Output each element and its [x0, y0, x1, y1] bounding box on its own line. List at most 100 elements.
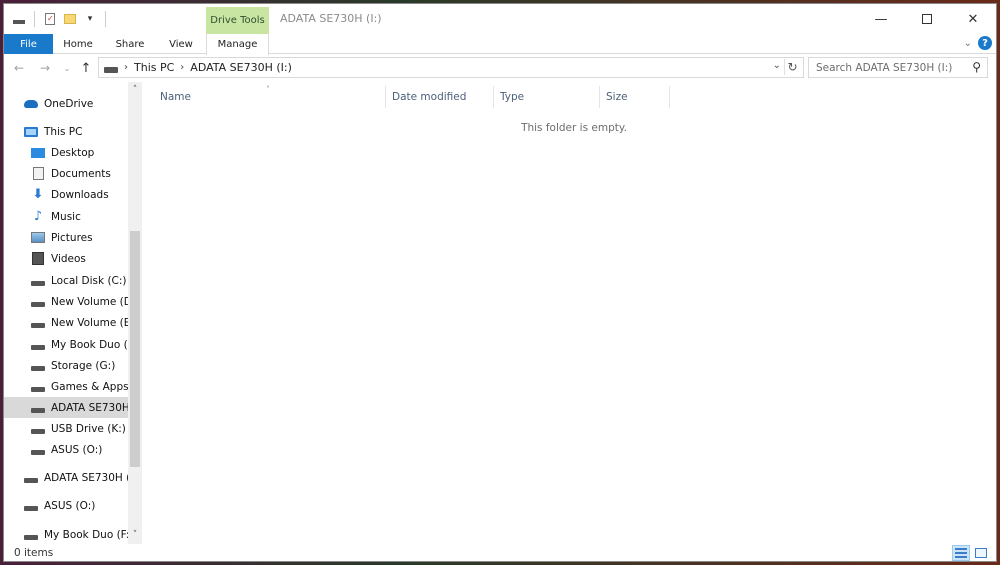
window-title: ADATA SE730H (I:): [280, 12, 382, 25]
tab-share[interactable]: Share: [105, 34, 155, 54]
explorer-window: ✓ ▾ Drive Tools ADATA SE730H (I:) — ✕ Fi…: [3, 3, 997, 562]
quick-access-toolbar: ✓ ▾: [10, 10, 110, 28]
nav-item-new-volume-d[interactable]: New Volume (D:: [31, 291, 128, 312]
drive-icon: [31, 423, 45, 435]
minimize-icon[interactable]: —: [858, 4, 904, 34]
drive-icon: [31, 317, 45, 329]
nav-item-label: Music: [51, 210, 81, 223]
nav-item-my-book-duo-root[interactable]: My Book Duo (F:): [24, 524, 128, 544]
recent-locations-icon[interactable]: ⌄: [58, 59, 76, 77]
tab-file[interactable]: File: [4, 34, 53, 54]
nav-pane-scrollbar[interactable]: ˄ ˅: [128, 82, 142, 544]
refresh-icon[interactable]: ↻: [784, 59, 800, 75]
tab-home[interactable]: Home: [53, 34, 103, 54]
search-input[interactable]: [816, 61, 964, 74]
back-arrow-icon[interactable]: ←: [10, 59, 28, 77]
column-header-date-modified[interactable]: Date modified: [386, 86, 494, 108]
address-bar[interactable]: › This PC › ADATA SE730H (I:) ⌄ ↻: [98, 57, 804, 78]
pictures-icon: [31, 232, 45, 244]
file-list: Name ˄ Date modified Type Size This fold…: [142, 82, 996, 544]
nav-item-label: Desktop: [51, 146, 95, 159]
nav-item-label: OneDrive: [44, 97, 94, 110]
nav-item-label: Documents: [51, 167, 111, 180]
breadcrumb-current-drive[interactable]: ADATA SE730H (I:): [190, 61, 292, 74]
nav-item-usb-drive-k[interactable]: USB Drive (K:): [31, 418, 128, 439]
help-icon[interactable]: ?: [978, 36, 992, 50]
nav-item-label: This PC: [44, 125, 83, 138]
search-box[interactable]: ⚲: [808, 57, 988, 78]
navigation-pane: OneDrive This PC Desktop Documents ⬇ Dow…: [4, 82, 142, 544]
forward-arrow-icon[interactable]: →: [36, 59, 54, 77]
up-arrow-icon[interactable]: ↑: [77, 59, 95, 77]
ribbon-right-controls: ⌄ ?: [964, 36, 992, 50]
nav-item-my-book-duo-f[interactable]: My Book Duo (F:: [31, 334, 128, 355]
large-icons-view-icon[interactable]: [972, 545, 990, 561]
search-icon[interactable]: ⚲: [972, 60, 981, 74]
column-header-label: Name: [160, 91, 191, 103]
nav-item-asus-o[interactable]: ASUS (O:): [31, 439, 128, 460]
chevron-right-icon[interactable]: ›: [180, 62, 184, 73]
nav-item-desktop[interactable]: Desktop: [31, 142, 142, 163]
drive-icon: [24, 529, 38, 541]
sort-ascending-icon: ˄: [266, 85, 270, 94]
nav-item-documents[interactable]: Documents: [31, 163, 142, 184]
onedrive-icon: [24, 98, 38, 110]
close-icon[interactable]: ✕: [950, 4, 996, 34]
nav-item-music[interactable]: ♪ Music: [31, 206, 142, 227]
properties-icon[interactable]: ✓: [41, 10, 59, 28]
drive-icon[interactable]: [10, 10, 28, 28]
drive-icon: [31, 275, 45, 287]
nav-item-label: ASUS (O:): [44, 499, 96, 512]
details-view-icon[interactable]: [952, 545, 970, 561]
title-bar: ✓ ▾ Drive Tools ADATA SE730H (I:) — ✕: [4, 4, 996, 34]
nav-item-label: My Book Duo (F:): [44, 528, 128, 541]
scrollbar-thumb[interactable]: [130, 231, 140, 467]
window-controls: — ✕: [858, 4, 996, 34]
maximize-icon[interactable]: [904, 4, 950, 34]
nav-item-new-volume-e[interactable]: New Volume (E:): [31, 312, 128, 333]
nav-item-adata-se730h[interactable]: ADATA SE730H (: [4, 397, 128, 418]
drive-icon: [31, 339, 45, 351]
address-row: ← → ⌄ ↑ › This PC › ADATA SE730H (I:) ⌄ …: [4, 55, 996, 81]
nav-item-label: Videos: [51, 252, 86, 265]
drive-icon: [31, 296, 45, 308]
nav-item-adata-se730h-root[interactable]: ADATA SE730H (I:: [24, 467, 128, 488]
nav-item-downloads[interactable]: ⬇ Downloads: [31, 184, 142, 205]
nav-item-this-pc[interactable]: This PC: [24, 121, 142, 142]
ribbon-tabs: File Home Share View Manage ⌄ ?: [4, 34, 996, 55]
scroll-down-icon[interactable]: ˅: [128, 530, 142, 542]
drive-icon: [31, 381, 45, 393]
tab-view[interactable]: View: [156, 34, 206, 54]
drive-icon: [24, 472, 38, 484]
customize-qat-icon[interactable]: ▾: [81, 10, 99, 28]
nav-item-onedrive[interactable]: OneDrive: [24, 93, 142, 114]
status-bar: 0 items: [4, 544, 996, 561]
computer-icon: [24, 126, 38, 138]
new-folder-icon[interactable]: [61, 10, 79, 28]
nav-item-label: ADATA SE730H (I:: [44, 471, 128, 484]
chevron-right-icon[interactable]: ›: [124, 62, 128, 73]
expand-ribbon-icon[interactable]: ⌄: [964, 38, 972, 49]
nav-item-label: Local Disk (C:): [51, 274, 127, 287]
column-header-type[interactable]: Type: [494, 86, 600, 108]
nav-item-label: USB Drive (K:): [51, 422, 126, 435]
nav-item-label: Games & Apps (: [51, 380, 128, 393]
nav-item-pictures[interactable]: Pictures: [31, 227, 142, 248]
nav-item-games-apps[interactable]: Games & Apps (: [31, 376, 128, 397]
music-icon: ♪: [33, 209, 43, 224]
nav-item-local-disk-c[interactable]: Local Disk (C:): [31, 270, 128, 291]
nav-item-label: New Volume (D:: [51, 295, 128, 308]
nav-item-storage-g[interactable]: Storage (G:): [31, 355, 128, 376]
item-count: 0 items: [14, 547, 54, 559]
column-header-name[interactable]: Name ˄: [142, 85, 386, 108]
tab-manage[interactable]: Manage: [206, 34, 269, 55]
chevron-down-icon[interactable]: ⌄: [773, 60, 781, 71]
drive-icon: [31, 402, 45, 414]
nav-item-asus-o-root[interactable]: ASUS (O:): [24, 495, 128, 516]
nav-item-videos[interactable]: Videos: [31, 248, 142, 269]
column-header-size[interactable]: Size: [600, 86, 670, 108]
nav-item-label: ASUS (O:): [51, 443, 103, 456]
nav-item-label: Storage (G:): [51, 359, 116, 372]
breadcrumb-this-pc[interactable]: This PC: [134, 61, 174, 74]
scroll-up-icon[interactable]: ˄: [128, 85, 142, 97]
